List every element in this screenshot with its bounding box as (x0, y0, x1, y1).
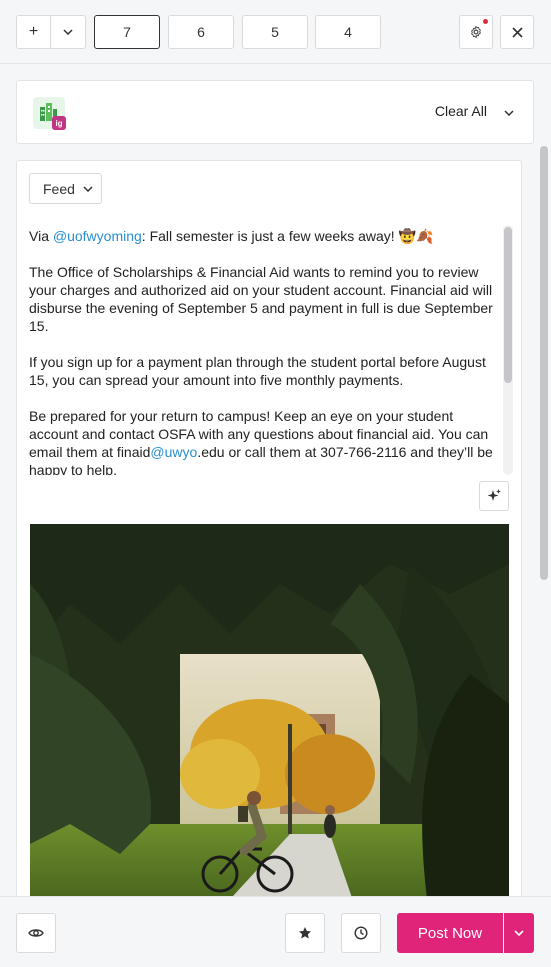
close-button[interactable] (500, 15, 534, 49)
caption-text: : Fall semester is just a few weeks away… (141, 228, 434, 244)
tab-label: 4 (344, 24, 352, 40)
caption-scroll-thumb[interactable] (504, 227, 512, 383)
tab-6[interactable]: 6 (168, 15, 234, 49)
tab-label: 5 (271, 24, 279, 40)
caption-scrollbar[interactable] (503, 225, 513, 475)
chevron-down-icon (83, 185, 93, 192)
campus-photo (30, 524, 509, 919)
add-post-button[interactable]: + (16, 15, 51, 49)
close-icon (511, 26, 523, 38)
caption-paragraph: Be prepared for your return to campus! K… (29, 407, 497, 475)
bottom-action-bar: Post Now (0, 896, 551, 967)
chevron-down-icon (63, 29, 73, 35)
tab-5[interactable]: 5 (242, 15, 308, 49)
schedule-button[interactable] (341, 913, 381, 953)
star-icon (299, 927, 311, 939)
post-type-select[interactable]: Feed (29, 173, 102, 204)
caption-paragraph: If you sign up for a payment plan throug… (29, 354, 486, 388)
tab-4[interactable]: 4 (315, 15, 381, 49)
preview-button[interactable] (16, 913, 56, 953)
account-selector[interactable]: ig Clear All (16, 80, 534, 144)
post-now-button[interactable]: Post Now (397, 913, 503, 953)
post-editor: Feed Via @uofwyoming: Fall semester is j… (16, 160, 522, 920)
clock-icon (354, 926, 368, 940)
caption-text: Via (29, 228, 53, 244)
post-type-value: Feed (43, 180, 75, 197)
eye-icon (28, 929, 44, 937)
favorite-button[interactable] (285, 913, 325, 953)
sparkle-icon (487, 489, 501, 501)
account-avatar: ig (33, 97, 66, 130)
add-post-menu-button[interactable] (50, 15, 86, 49)
clear-all-button[interactable]: Clear All (435, 103, 487, 119)
account-dropdown-toggle[interactable] (501, 103, 517, 123)
caption-paragraph: Via @uofwyoming: Fall semester is just a… (29, 227, 497, 245)
tab-label: 6 (197, 24, 205, 40)
caption-paragraph: The Office of Scholarships & Financial A… (29, 264, 493, 334)
settings-button[interactable] (459, 15, 493, 49)
post-options-button[interactable] (504, 913, 534, 953)
chevron-down-icon (514, 930, 524, 936)
gear-icon (471, 25, 481, 39)
post-image[interactable] (30, 524, 509, 919)
page-scrollbar[interactable] (538, 144, 550, 896)
tab-label: 7 (123, 24, 131, 40)
plus-icon: + (28, 23, 39, 40)
mention-link[interactable]: @uofwyoming (53, 228, 142, 244)
mention-link[interactable]: @uwyo (150, 444, 197, 460)
top-toolbar: + 7 6 5 4 (0, 0, 551, 64)
page-scroll-thumb[interactable] (540, 146, 548, 580)
instagram-badge: ig (52, 116, 66, 130)
chevron-down-icon (504, 110, 514, 116)
ai-assist-button[interactable] (479, 481, 509, 511)
post-now-label: Post Now (417, 924, 483, 942)
caption-textarea[interactable]: Via @uofwyoming: Fall semester is just a… (29, 227, 497, 475)
tab-7[interactable]: 7 (94, 15, 160, 49)
notification-dot (483, 19, 488, 24)
